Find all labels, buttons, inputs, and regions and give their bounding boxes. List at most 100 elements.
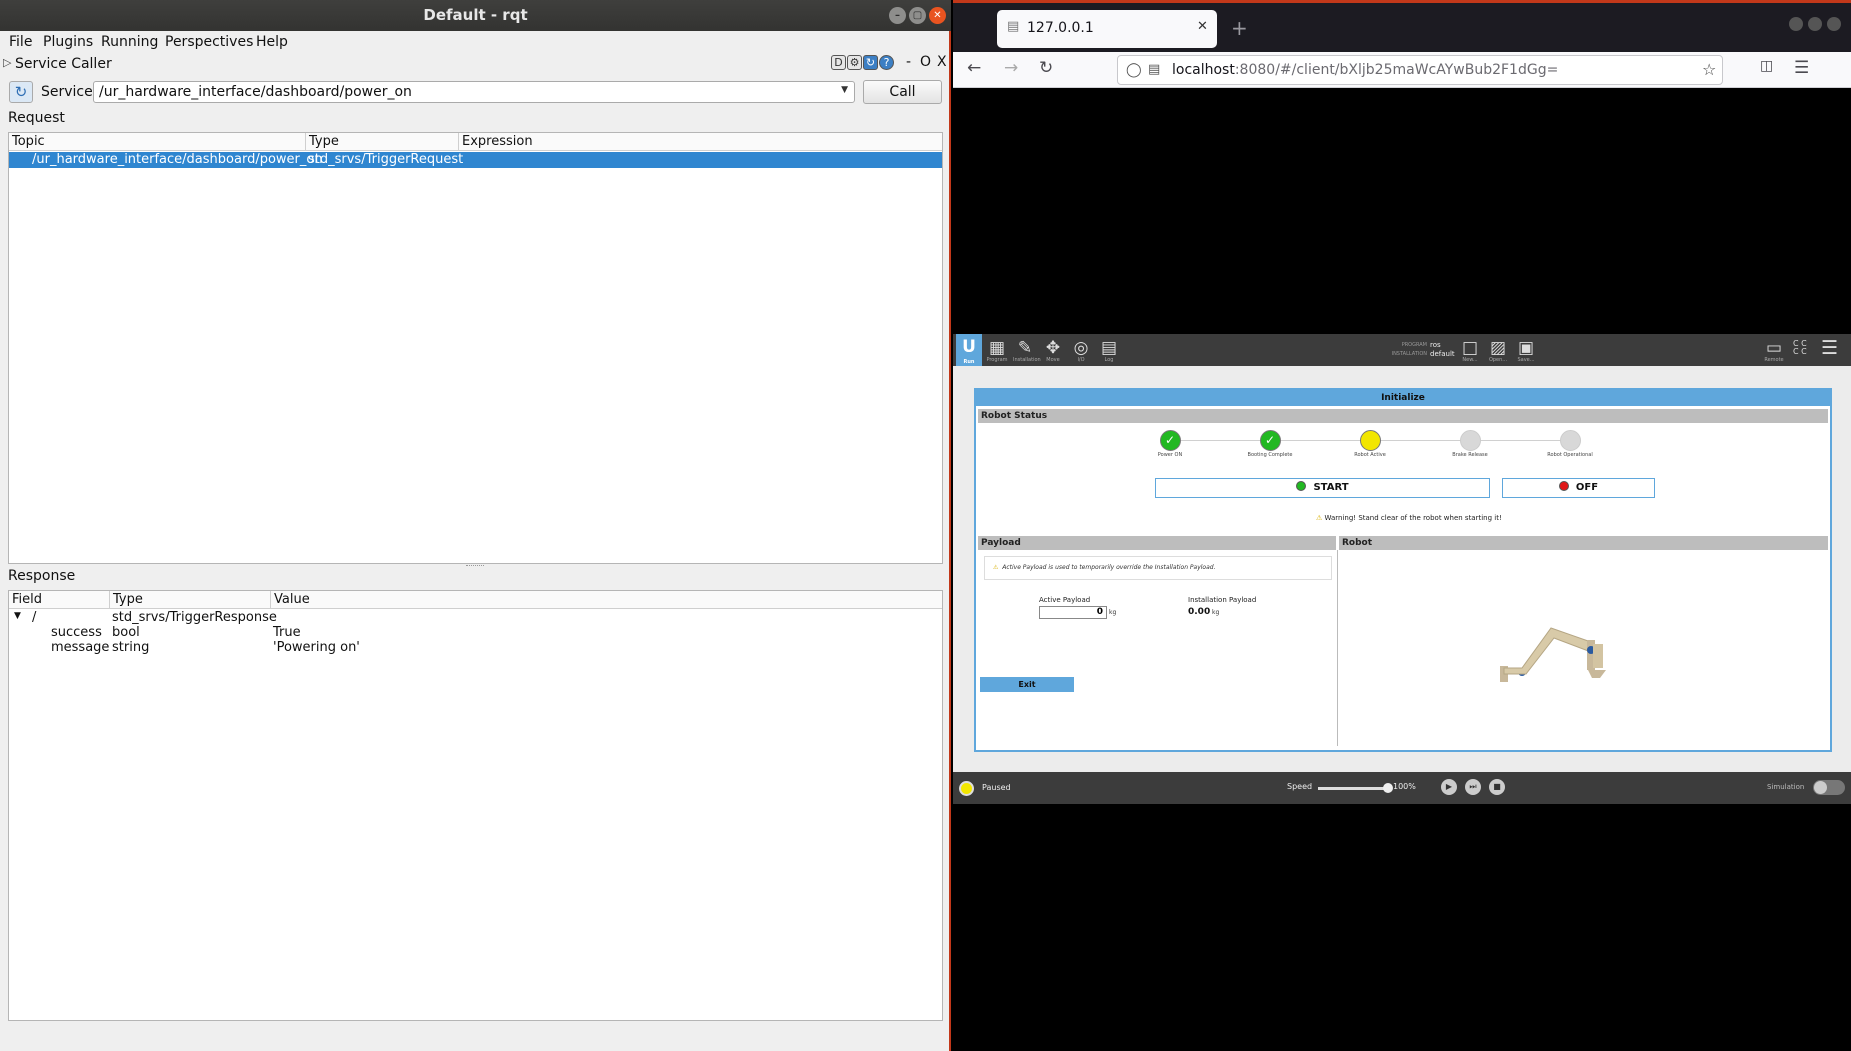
column-header-expression[interactable]: Expression [459, 133, 942, 151]
menu-icon[interactable]: ☰ [1794, 58, 1809, 78]
program-label: PROGRAM [1401, 342, 1427, 348]
program-icon[interactable]: ▦ Program [985, 338, 1009, 363]
step-icon[interactable]: ⏭ [1465, 779, 1481, 795]
column-header-type[interactable]: Type [306, 133, 459, 151]
step-booting-complete: ✓ Booting Complete [1240, 430, 1300, 459]
response-value: True [273, 625, 301, 640]
column-header-topic[interactable]: Topic [9, 133, 306, 151]
column-header-type[interactable]: Type [110, 591, 271, 609]
minimize-icon[interactable] [1789, 17, 1803, 31]
column-header-field[interactable]: Field [9, 591, 110, 609]
request-topic: /ur_hardware_interface/dashboard/power_o… [32, 152, 323, 167]
new-file-icon[interactable]: □ New... [1458, 338, 1482, 363]
speed-slider-handle[interactable] [1383, 783, 1393, 793]
response-type: std_srvs/TriggerResponse [112, 610, 277, 625]
divider [1337, 550, 1338, 746]
move-icon[interactable]: ✥ Move [1041, 338, 1065, 363]
service-select[interactable]: /ur_hardware_interface/dashboard/power_o… [93, 81, 855, 103]
menu-help[interactable]: Help [256, 34, 288, 50]
step-robot-operational: Robot Operational [1540, 430, 1600, 459]
red-dot-icon [1558, 481, 1569, 491]
browser-window: ▤ 127.0.0.1 ✕ + ← → ↻ ◯ ▤ localhost:8080… [953, 0, 1851, 1051]
close-icon[interactable]: ✕ [929, 7, 946, 24]
request-label: Request [8, 110, 65, 126]
plugin-float-button[interactable]: O [920, 54, 931, 70]
io-icon[interactable]: ◎ I/O [1069, 338, 1093, 363]
request-type: std_srvs/TriggerRequest [308, 152, 464, 167]
column-header-value[interactable]: Value [271, 591, 942, 609]
refresh-icon[interactable]: ↻ [863, 55, 878, 70]
installation-label: INSTALLATION [1391, 351, 1427, 357]
toolbar-label: New... [1462, 357, 1478, 363]
hamburger-menu-icon[interactable]: ☰ [1821, 337, 1838, 359]
stop-icon[interactable]: ■ [1489, 779, 1505, 795]
step-robot-active: Robot Active [1340, 430, 1400, 459]
status-dot-icon[interactable] [959, 781, 974, 796]
maximize-icon[interactable]: ▢ [909, 7, 926, 24]
play-icon[interactable]: ▶ [1441, 779, 1457, 795]
forward-icon[interactable]: → [1004, 58, 1018, 78]
menu-plugins[interactable]: Plugins [43, 34, 93, 50]
page-info-icon[interactable]: ▤ [1148, 56, 1160, 84]
splitter-handle[interactable] [466, 565, 484, 567]
gear-icon[interactable]: ⚙ [847, 55, 862, 70]
url-bar[interactable]: ◯ ▤ localhost:8080/#/client/bXljb25maWcA… [1117, 55, 1723, 85]
ur-logo-icon[interactable]: U Run [956, 334, 982, 366]
warning-icon: ⚠ [993, 564, 999, 571]
checkmark-icon: ✓ [1159, 430, 1181, 451]
simulation-toggle[interactable] [1813, 780, 1845, 795]
chevron-down-icon: ▼ [841, 85, 848, 95]
active-payload-label: Active Payload [1039, 596, 1091, 604]
polyscope-screen: U Run ▦ Program ✎ Installation ✥ Move ◎ I/O ▤… [953, 334, 1851, 804]
close-tab-icon[interactable]: ✕ [1197, 19, 1208, 34]
step-power-on: ✓ Power ON [1140, 430, 1200, 459]
shield-icon[interactable]: ◯ [1126, 56, 1142, 84]
menu-perspectives[interactable]: Perspectives [165, 34, 253, 50]
exit-button[interactable]: Exit [980, 677, 1074, 692]
maximize-icon[interactable] [1808, 17, 1822, 31]
pocket-icon[interactable]: ◫ [1760, 58, 1773, 74]
dock-d-icon[interactable]: D [831, 55, 846, 70]
log-icon[interactable]: ▤ Log [1097, 338, 1121, 363]
robot-status-header: Robot Status [978, 409, 1828, 423]
save-icon[interactable]: ▣ Save... [1514, 338, 1538, 363]
new-tab-icon[interactable]: + [1231, 16, 1248, 40]
table-row[interactable]: /ur_hardware_interface/dashboard/power_o… [9, 152, 942, 168]
speed-slider-icon[interactable]: C CC C [1793, 340, 1807, 356]
menu-bar: File Plugins Running Perspectives Help [0, 31, 951, 55]
back-icon[interactable]: ← [967, 58, 981, 78]
browser-tab[interactable]: ▤ 127.0.0.1 ✕ [997, 10, 1217, 48]
off-button[interactable]: OFF [1502, 478, 1655, 498]
response-type: bool [112, 625, 140, 640]
help-icon[interactable]: ? [879, 55, 894, 70]
toolbar-label: I/O [1077, 357, 1085, 363]
installation-icon[interactable]: ✎ Installation [1013, 338, 1041, 363]
start-button[interactable]: START [1155, 478, 1490, 498]
call-button[interactable]: Call [863, 80, 942, 104]
expand-triangle-icon[interactable]: ▷ [3, 56, 11, 69]
menu-running[interactable]: Running [101, 34, 158, 50]
remote-control-icon[interactable]: ▭ Remote [1762, 338, 1786, 363]
plugin-minimize-button[interactable]: - [906, 54, 911, 70]
request-table: Topic Type Expression /ur_hardware_inter… [8, 132, 943, 564]
warning-text: Warning! Stand clear of the robot when s… [1324, 514, 1502, 522]
minimize-icon[interactable]: – [889, 7, 906, 24]
installation-value: default [1430, 350, 1455, 358]
active-payload-input[interactable]: 0 [1039, 606, 1107, 619]
polyscope-toolbar: U Run ▦ Program ✎ Installation ✥ Move ◎ I/O ▤… [953, 334, 1851, 366]
window-title: Default - rqt [423, 6, 528, 24]
toggle-knob [1814, 781, 1827, 794]
warning-message: ⚠ Warning! Stand clear of the robot when… [1316, 514, 1502, 522]
collapse-arrow-icon[interactable]: ▼ [14, 611, 21, 621]
refresh-services-button[interactable]: ↻ [9, 81, 33, 103]
reload-icon[interactable]: ↻ [1039, 58, 1053, 78]
close-icon[interactable] [1827, 17, 1841, 31]
speed-slider[interactable] [1318, 783, 1393, 793]
response-value: 'Powering on' [273, 640, 360, 655]
plugin-close-button[interactable]: X [937, 54, 947, 70]
open-folder-icon[interactable]: ▨ Open... [1486, 338, 1510, 363]
step-brake-release: Brake Release [1440, 430, 1500, 459]
bookmark-star-icon[interactable]: ☆ [1702, 56, 1716, 84]
menu-file[interactable]: File [9, 34, 32, 50]
response-field: success [51, 625, 102, 640]
